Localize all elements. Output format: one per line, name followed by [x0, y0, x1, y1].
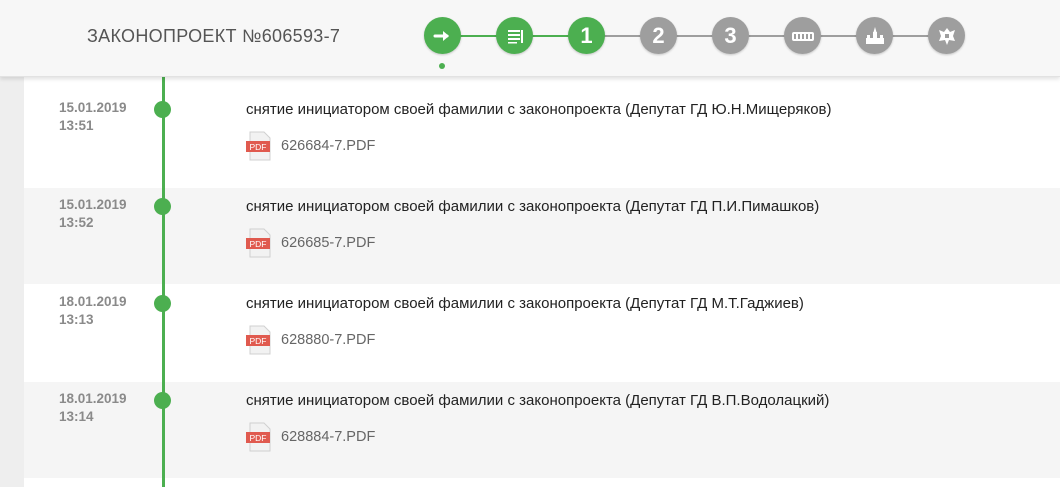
- pdf-file-icon: PDF: [246, 228, 274, 258]
- event-date: 18.01.2019: [59, 391, 127, 406]
- event-date: 15.01.2019: [59, 100, 127, 115]
- pdf-file-link[interactable]: PDF 626684-7.PDF: [246, 131, 375, 161]
- event-datetime: 18.01.2019 13:14: [59, 390, 127, 426]
- event-row: 18.01.2019 13:13 снятие инициатором свое…: [24, 285, 1060, 381]
- parliament-building-icon: [791, 31, 814, 41]
- stage-reading-2-label: 2: [652, 22, 665, 48]
- timeline-line: [162, 77, 165, 487]
- stage-reading-1[interactable]: 1: [568, 17, 605, 54]
- event-row: 18.01.2019 13:14 снятие инициатором свое…: [24, 382, 1060, 478]
- pdf-file-icon: PDF: [246, 131, 274, 161]
- pdf-file-link[interactable]: PDF 628880-7.PDF: [246, 325, 375, 355]
- stage-introduction[interactable]: [424, 17, 461, 54]
- bill-header: ЗАКОНОПРОЕКТ №606593-7 1 2 3: [0, 0, 1060, 77]
- event-datetime: 18.01.2019 13:13: [59, 293, 127, 329]
- pdf-file-link[interactable]: PDF 628884-7.PDF: [246, 422, 375, 452]
- pdf-icon-label: PDF: [250, 142, 267, 152]
- arrow-right-icon: [433, 30, 449, 41]
- stage-reading-2[interactable]: 2: [640, 17, 677, 54]
- file-name: 628880-7.PDF: [281, 332, 376, 348]
- stage-reading-3-label: 3: [724, 22, 737, 48]
- file-name: 626684-7.PDF: [281, 138, 376, 154]
- stage-federation-council[interactable]: [784, 17, 821, 54]
- event-description: снятие инициатором своей фамилии с закон…: [246, 198, 820, 215]
- event-description: снятие инициатором своей фамилии с закон…: [246, 101, 832, 118]
- stage-preliminary[interactable]: [496, 17, 533, 54]
- document-list-icon: [507, 29, 523, 43]
- pdf-icon-label: PDF: [250, 239, 267, 249]
- event-datetime: 15.01.2019 13:51: [59, 99, 127, 135]
- stage-reading-3[interactable]: 3: [712, 17, 749, 54]
- bill-title: ЗАКОНОПРОЕКТ №606593-7: [87, 26, 341, 46]
- pdf-icon-label: PDF: [250, 433, 267, 443]
- pdf-file-icon: PDF: [246, 422, 274, 452]
- file-name: 628884-7.PDF: [281, 429, 376, 445]
- pdf-file-link[interactable]: PDF 626685-7.PDF: [246, 228, 375, 258]
- active-stage-indicator: [439, 63, 445, 69]
- kremlin-icon: [865, 26, 884, 44]
- pdf-icon-label: PDF: [250, 336, 267, 346]
- pdf-file-icon: PDF: [246, 325, 274, 355]
- file-name: 626685-7.PDF: [281, 235, 376, 251]
- event-time: 13:52: [59, 215, 94, 230]
- event-time: 13:14: [59, 409, 94, 424]
- coat-of-arms-icon: [938, 27, 955, 45]
- event-datetime: 15.01.2019 13:52: [59, 196, 127, 232]
- stage-publication[interactable]: [928, 17, 965, 54]
- event-time: 13:13: [59, 312, 94, 327]
- event-description: снятие инициатором своей фамилии с закон…: [246, 392, 830, 409]
- event-time: 13:51: [59, 118, 94, 133]
- event-date: 15.01.2019: [59, 197, 127, 212]
- stage-president[interactable]: [856, 17, 893, 54]
- event-description: снятие инициатором своей фамилии с закон…: [246, 295, 804, 312]
- event-row: 15.01.2019 13:52 снятие инициатором свое…: [24, 188, 1060, 284]
- event-date: 18.01.2019: [59, 294, 127, 309]
- event-row: 15.01.2019 13:51 снятие инициатором свое…: [24, 91, 1060, 187]
- stage-reading-1-label: 1: [580, 22, 593, 48]
